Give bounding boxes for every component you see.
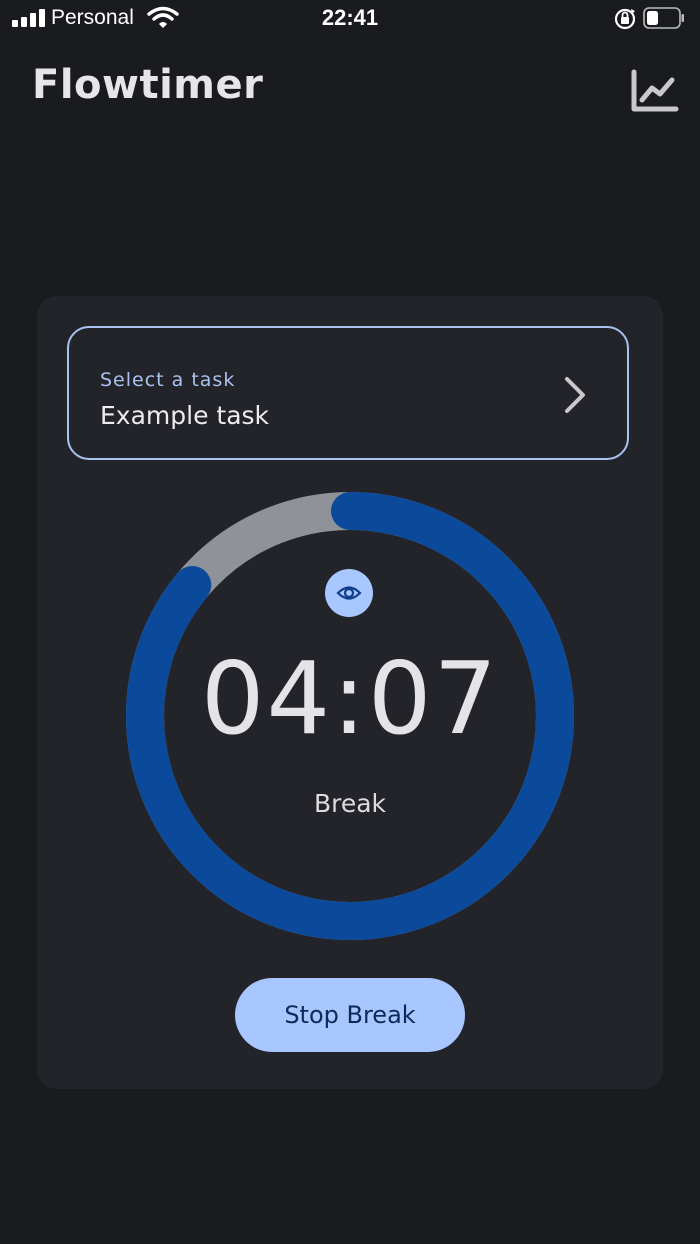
eye-icon — [336, 586, 362, 600]
task-selector-label: Select a task — [100, 369, 236, 391]
app-title: Flowtimer — [32, 62, 264, 108]
task-selector[interactable]: Select a task Example task — [67, 326, 629, 460]
rotation-lock-icon — [614, 8, 636, 30]
battery-icon — [643, 7, 684, 29]
selected-task-name: Example task — [100, 401, 270, 430]
timer-mode-label: Break — [313, 789, 387, 818]
status-clock: 22:41 — [321, 5, 379, 30]
timer-card: Select a task Example task 04:07 Break S… — [37, 296, 663, 1089]
timer-display: 04:07 — [200, 640, 500, 757]
line-chart-icon — [631, 69, 679, 112]
toggle-visibility-button[interactable] — [325, 569, 373, 617]
chevron-right-icon — [565, 377, 585, 413]
statistics-button[interactable] — [626, 66, 682, 116]
stop-break-button[interactable]: Stop Break — [235, 978, 465, 1052]
status-bar: Personal 22:41 — [0, 0, 700, 40]
